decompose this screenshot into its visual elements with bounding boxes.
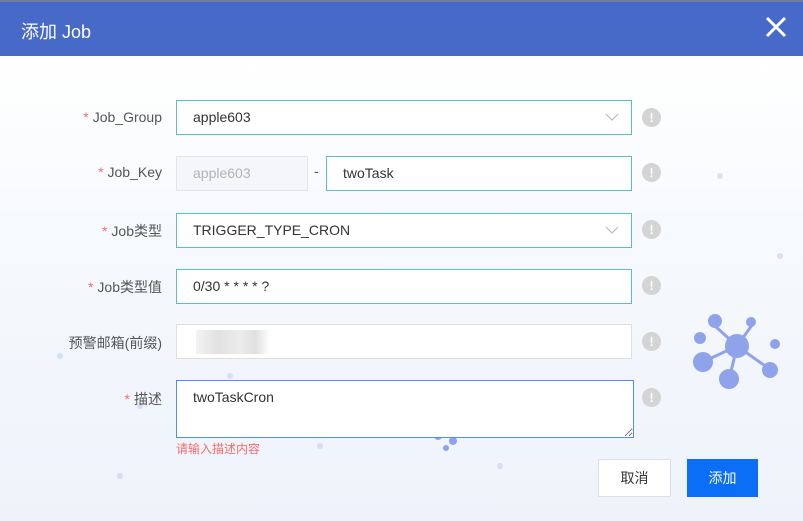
info-icon[interactable]: ! [642,276,661,295]
job-type-value-input[interactable]: 0/30 * * * * ? [176,269,632,304]
description-textarea[interactable]: twoTaskCron [176,380,634,438]
info-icon[interactable]: ! [642,108,661,127]
dialog-title: 添加 Job [21,22,92,42]
info-icon[interactable]: ! [642,388,661,407]
info-icon[interactable]: ! [642,332,661,351]
chevron-down-icon [605,226,619,234]
job-key-label: * Job_Key [98,164,162,180]
description-error: 请输入描述内容 [176,442,261,456]
job-key-prefix: apple603 [176,156,308,191]
job-group-select[interactable]: apple603 [176,100,632,135]
alert-email-label: 预警邮箱(前缀) [68,335,162,351]
close-icon[interactable] [763,14,789,40]
job-key-separator: - [314,163,319,179]
dialog-header: 添加 Job [0,0,803,56]
job-type-select[interactable]: TRIGGER_TYPE_CRON [176,213,632,248]
redacted-email [196,330,270,354]
add-button[interactable]: 添加 [687,459,758,497]
info-icon[interactable]: ! [642,220,661,239]
job-key-input[interactable]: twoTask [326,156,632,191]
job-group-label: * Job_Group [83,109,162,125]
description-label: * 描述 [124,391,162,407]
job-type-value-label: * Job类型值 [87,279,162,295]
chevron-down-icon [605,113,619,121]
job-type-label: * Job类型 [101,223,162,239]
cancel-button[interactable]: 取消 [598,459,671,497]
info-icon[interactable]: ! [642,163,661,182]
